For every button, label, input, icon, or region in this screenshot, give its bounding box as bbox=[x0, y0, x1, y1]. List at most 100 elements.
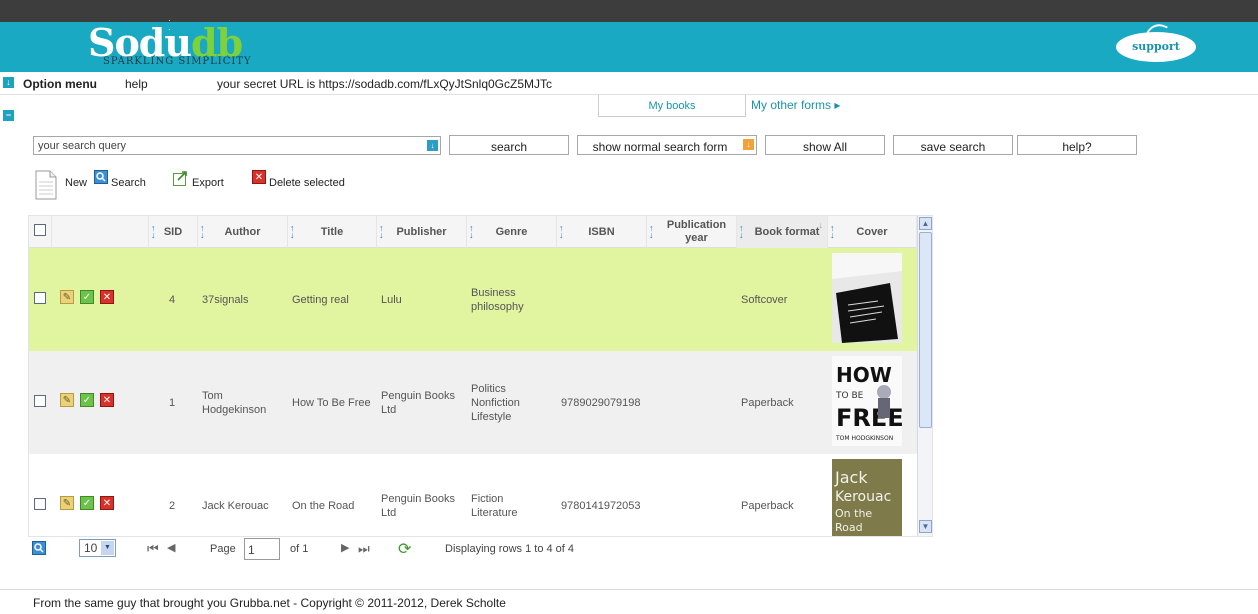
cell-sid: 4 bbox=[169, 294, 176, 306]
col-title-label: Title bbox=[320, 225, 344, 238]
help-button[interactable]: help? bbox=[1017, 135, 1137, 155]
col-header-author[interactable]: ↑ ↓ Author bbox=[198, 216, 288, 248]
first-page-icon[interactable]: ⏮ bbox=[147, 541, 159, 557]
page-number-input[interactable]: 1 bbox=[244, 538, 280, 560]
delete-row-icon[interactable]: ✕ bbox=[100, 496, 114, 510]
approve-check-icon[interactable]: ✓ bbox=[80, 290, 94, 304]
svg-text:Road: Road bbox=[835, 521, 863, 534]
rows-per-page-select[interactable]: 10 ▼ bbox=[79, 539, 116, 557]
cell-format: Paperback bbox=[741, 500, 794, 512]
cell-author: Jack Kerouac bbox=[202, 500, 269, 512]
cell-sid: 2 bbox=[169, 500, 176, 512]
page-count-label: of 1 bbox=[290, 543, 309, 555]
approve-check-icon[interactable]: ✓ bbox=[80, 393, 94, 407]
option-menu-link[interactable]: Option menu bbox=[23, 77, 97, 91]
edit-pencil-icon[interactable]: ✎ bbox=[60, 393, 74, 407]
svg-text:TOM HODGKINSON: TOM HODGKINSON bbox=[835, 435, 893, 442]
cover-thumbnail-getting-real[interactable] bbox=[832, 253, 902, 343]
col-header-year[interactable]: ↑ ↓ Publication year bbox=[647, 216, 737, 248]
document-icon bbox=[35, 170, 57, 200]
cover-thumbnail-how-to-be-free[interactable]: HOW TO BE FREE TOM HODGKINSON bbox=[832, 356, 902, 446]
last-page-icon[interactable]: ⏭ bbox=[358, 541, 370, 557]
grid-header: ↑ ↓ SID ↑ ↓ Author ↑ ↓ Title ↑ ↓ Publisher ↑ ↓ Gen… bbox=[29, 216, 917, 248]
col-header-publisher[interactable]: ↑ ↓ Publisher bbox=[377, 216, 467, 248]
grubba-link[interactable]: Grubba.net bbox=[230, 596, 290, 610]
col-header-isbn[interactable]: ↑ ↓ ISBN bbox=[557, 216, 647, 248]
grid-vertical-scrollbar[interactable]: ▲ ▼ bbox=[917, 216, 932, 536]
cover-thumbnail-on-the-road[interactable]: Jack Kerouac On the Road bbox=[832, 459, 902, 536]
svg-text:Kerouac: Kerouac bbox=[835, 489, 891, 505]
scroll-thumb[interactable] bbox=[919, 232, 932, 428]
col-header-cover[interactable]: ↑ ↓ Cover bbox=[828, 216, 917, 248]
refresh-icon[interactable]: ⟳ bbox=[398, 539, 411, 559]
table-row[interactable]: ✎ ✓ ✕ 4 37signals Getting real Lulu Busi… bbox=[29, 248, 917, 351]
sorted-desc-icon: ↓ bbox=[818, 220, 824, 230]
secret-url-text: your secret URL is https://sodadb.com/fL… bbox=[217, 77, 553, 91]
edit-pencil-icon[interactable]: ✎ bbox=[60, 290, 74, 304]
export-button[interactable]: Export bbox=[173, 170, 224, 189]
col-header-format[interactable]: ↑ ↓ Book format ↓ bbox=[737, 216, 828, 248]
col-cover-label: Cover bbox=[856, 225, 888, 238]
new-record-button[interactable]: New bbox=[35, 170, 87, 203]
show-all-button[interactable]: show All bbox=[765, 135, 885, 155]
table-row[interactable]: ✎ ✓ ✕ 1 Tom Hodgekinson How To Be Free P… bbox=[29, 351, 917, 454]
tab-my-books[interactable]: My books bbox=[598, 95, 746, 117]
arrow-right-icon: ▸ bbox=[834, 98, 841, 112]
edit-pencil-icon[interactable]: ✎ bbox=[60, 496, 74, 510]
cell-title: Getting real bbox=[292, 294, 349, 306]
col-header-genre[interactable]: ↑ ↓ Genre bbox=[467, 216, 557, 248]
search-input[interactable]: your search query ↓ bbox=[33, 136, 441, 155]
books-grid: ↑ ↓ SID ↑ ↓ Author ↑ ↓ Title ↑ ↓ Publisher ↑ ↓ Gen… bbox=[28, 215, 933, 537]
table-row[interactable]: ✎ ✓ ✕ 2 Jack Kerouac On the Road Penguin… bbox=[29, 454, 917, 536]
sort-arrows-icon: ↑ ↓ bbox=[379, 223, 384, 240]
approve-check-icon[interactable]: ✓ bbox=[80, 496, 94, 510]
magnifier-icon bbox=[94, 170, 108, 184]
show-normal-search-label: show normal search form bbox=[592, 140, 728, 154]
search-button[interactable]: search bbox=[449, 135, 569, 155]
row-checkbox[interactable] bbox=[34, 498, 46, 510]
support-label: support bbox=[1132, 40, 1180, 53]
col-isbn-label: ISBN bbox=[588, 225, 615, 238]
cell-publisher: Lulu bbox=[381, 294, 402, 306]
cell-author: Tom Hodgekinson bbox=[202, 390, 267, 416]
prev-page-icon[interactable]: ◀ bbox=[167, 541, 175, 554]
cell-genre: Politics Nonfiction Lifestyle bbox=[471, 383, 520, 423]
scroll-up-arrow-icon[interactable]: ▲ bbox=[919, 217, 932, 230]
sort-arrows-icon: ↑ ↓ bbox=[200, 223, 205, 240]
speech-tail-icon bbox=[1146, 20, 1168, 40]
sort-arrows-icon: ↑ ↓ bbox=[739, 223, 744, 240]
cell-publisher: Penguin Books Ltd bbox=[381, 493, 455, 519]
help-link[interactable]: help bbox=[125, 77, 148, 91]
grid-pager: 10 ▼ ⏮ ◀ Page 1 of 1 ▶ ⏭ ⟳ Displaying ro… bbox=[28, 538, 933, 560]
search-tool-button[interactable]: Search bbox=[94, 170, 146, 189]
support-bubble-button[interactable]: support bbox=[1116, 20, 1196, 62]
row-checkbox[interactable] bbox=[34, 395, 46, 407]
col-header-title[interactable]: ↑ ↓ Title bbox=[288, 216, 377, 248]
row-checkbox[interactable] bbox=[34, 292, 46, 304]
search-tool-label: Search bbox=[111, 177, 146, 189]
pager-search-icon[interactable] bbox=[32, 541, 46, 555]
new-label: New bbox=[65, 177, 88, 189]
footer-text-part2: - Copyright © 2011-2012, bbox=[289, 596, 431, 610]
cell-sid: 1 bbox=[169, 397, 176, 409]
delete-row-icon[interactable]: ✕ bbox=[100, 290, 114, 304]
dropdown-arrow-icon[interactable]: ↓ bbox=[427, 140, 438, 151]
next-page-icon[interactable]: ▶ bbox=[341, 541, 349, 554]
scroll-down-arrow-icon[interactable]: ▼ bbox=[919, 520, 932, 533]
select-all-checkbox[interactable] bbox=[34, 224, 46, 236]
cell-genre: Fiction Literature bbox=[471, 493, 518, 519]
collapse-minus-icon[interactable]: − bbox=[3, 110, 14, 121]
expand-down-icon[interactable]: ↓ bbox=[3, 77, 14, 88]
tab-my-other-forms[interactable]: My other forms ▸ bbox=[751, 98, 840, 112]
delete-row-icon[interactable]: ✕ bbox=[100, 393, 114, 407]
rows-per-page-value: 10 bbox=[84, 541, 98, 555]
col-header-sid[interactable]: ↑ ↓ SID bbox=[149, 216, 198, 248]
header-banner: · · · Sodudb SPARKLING SIMPLICITY suppor… bbox=[0, 16, 1258, 72]
col-sid-label: SID bbox=[163, 225, 183, 238]
show-normal-search-button[interactable]: show normal search form ↓ bbox=[577, 135, 757, 155]
col-year-label: Publication year bbox=[666, 219, 727, 244]
save-search-button[interactable]: save search bbox=[893, 135, 1013, 155]
cell-format: Paperback bbox=[741, 397, 794, 409]
derek-scholte-link[interactable]: Derek Scholte bbox=[431, 596, 506, 610]
sort-arrows-icon: ↑ ↓ bbox=[830, 223, 835, 240]
